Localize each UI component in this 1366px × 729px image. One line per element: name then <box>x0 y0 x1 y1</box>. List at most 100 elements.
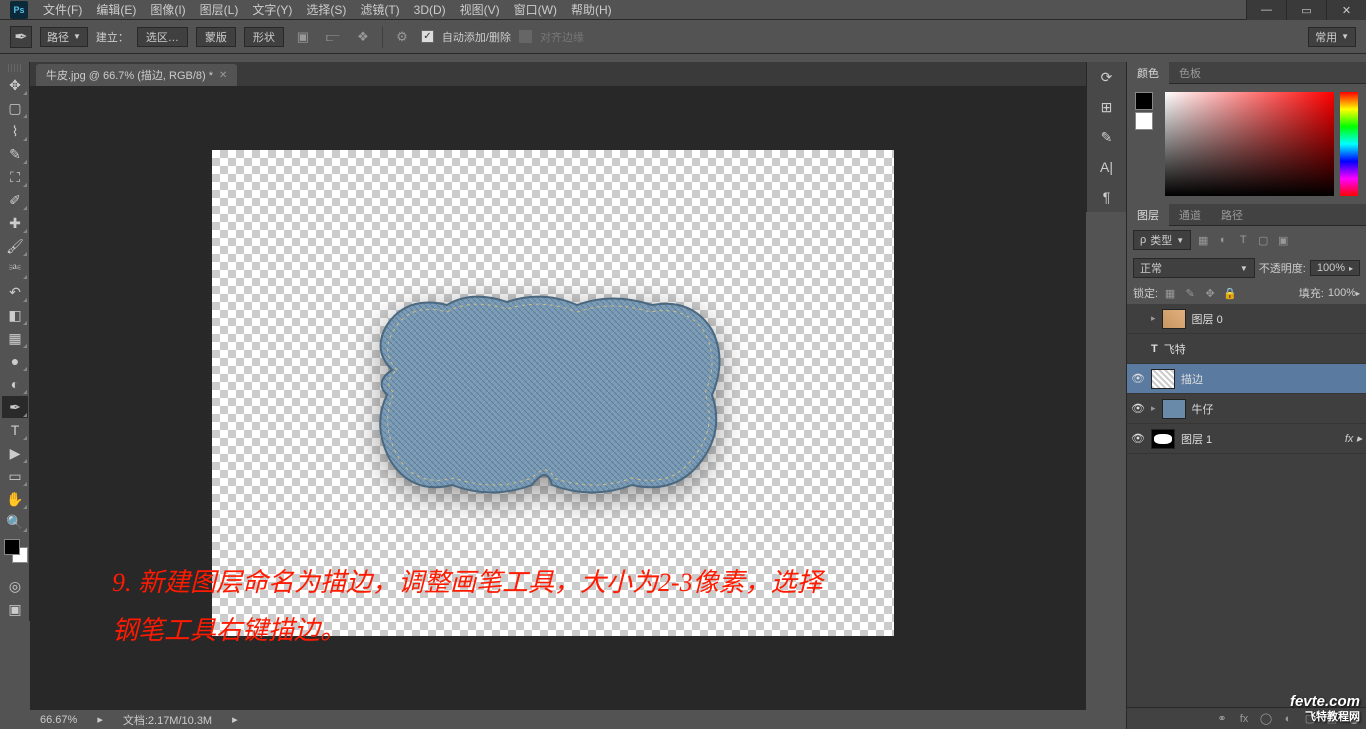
visibility-toggle[interactable] <box>1131 342 1145 356</box>
lock-transparent-icon[interactable]: ▦ <box>1162 285 1178 301</box>
filter-adjust-icon[interactable]: ◐ <box>1215 232 1231 248</box>
layer-row[interactable]: 👁 描边 <box>1127 364 1366 394</box>
opacity-input[interactable]: 100%▸ <box>1310 260 1360 276</box>
align-edges-checkbox[interactable] <box>519 30 532 43</box>
menu-edit[interactable]: 编辑(E) <box>96 1 136 18</box>
quick-select-tool[interactable]: ✎ <box>2 143 28 165</box>
lock-image-icon[interactable]: ✎ <box>1182 285 1198 301</box>
blend-mode-dropdown[interactable]: 正常 ▼ <box>1133 258 1255 278</box>
path-arrange-icon[interactable]: ❖ <box>352 27 374 47</box>
menu-image[interactable]: 图像(I) <box>150 1 185 18</box>
brush-tool[interactable]: 🖌 <box>2 235 28 257</box>
layer-name[interactable]: 图层 0 <box>1192 311 1223 327</box>
layer-mask-icon[interactable]: ◯ <box>1258 711 1274 727</box>
layer-filter-dropdown[interactable]: ρ 类型 ▼ <box>1133 230 1191 250</box>
arrow-icon[interactable]: ▸ <box>97 713 103 726</box>
crop-tool[interactable]: ⛶ <box>2 166 28 188</box>
dodge-tool[interactable]: ◐ <box>2 373 28 395</box>
healing-tool[interactable]: ✚ <box>2 212 28 234</box>
layer-name[interactable]: 飞特 <box>1164 341 1186 357</box>
make-mask-button[interactable]: 蒙版 <box>196 27 236 47</box>
path-align-icon[interactable]: ⫍ <box>322 27 344 47</box>
layer-row[interactable]: 👁 ▸ 牛仔 <box>1127 394 1366 424</box>
layers-tab[interactable]: 图层 <box>1127 204 1169 226</box>
menu-file[interactable]: 文件(F) <box>43 1 82 18</box>
menu-filter[interactable]: 滤镜(T) <box>360 1 399 18</box>
window-minimize[interactable]: — <box>1246 0 1286 20</box>
pen-tool[interactable]: ✒ <box>2 396 28 418</box>
swatches-tab[interactable]: 色板 <box>1169 62 1211 84</box>
document-tab[interactable]: 牛皮.jpg @ 66.7% (描边, RGB/8) * ✕ <box>36 64 237 86</box>
visibility-toggle[interactable]: 👁 <box>1131 372 1145 386</box>
screen-mode-toggle[interactable]: ▣ <box>2 598 28 620</box>
filter-type-icon[interactable]: T <box>1235 232 1251 248</box>
eyedropper-tool[interactable]: ✐ <box>2 189 28 211</box>
filter-shape-icon[interactable]: ▢ <box>1255 232 1271 248</box>
window-maximize[interactable]: ▭ <box>1286 0 1326 20</box>
character-panel-icon[interactable]: A| <box>1087 152 1126 182</box>
paths-tab[interactable]: 路径 <box>1211 204 1253 226</box>
visibility-toggle[interactable]: 👁 <box>1131 432 1145 446</box>
color-tab[interactable]: 颜色 <box>1127 62 1169 84</box>
menu-3d[interactable]: 3D(D) <box>414 3 446 17</box>
gear-icon[interactable]: ⚙ <box>391 27 413 47</box>
document-info[interactable]: 文档:2.17M/10.3M <box>123 712 212 728</box>
menu-select[interactable]: 选择(S) <box>306 1 346 18</box>
layer-name[interactable]: 图层 1 <box>1181 431 1212 447</box>
close-tab-icon[interactable]: ✕ <box>219 70 227 81</box>
color-field[interactable] <box>1165 92 1334 196</box>
make-shape-button[interactable]: 形状 <box>244 27 284 47</box>
visibility-toggle[interactable]: 👁 <box>1131 402 1145 416</box>
visibility-toggle[interactable] <box>1131 312 1145 326</box>
link-layers-icon[interactable]: ⚭ <box>1214 711 1230 727</box>
workspace-dropdown[interactable]: 常用▼ <box>1308 27 1356 47</box>
layer-name[interactable]: 牛仔 <box>1192 401 1214 417</box>
menu-view[interactable]: 视图(V) <box>460 1 500 18</box>
properties-panel-icon[interactable]: ⊞ <box>1087 92 1126 122</box>
brush-panel-icon[interactable]: ✎ <box>1087 122 1126 152</box>
layer-fx-icon[interactable]: fx <box>1236 711 1252 727</box>
menu-window[interactable]: 窗口(W) <box>514 1 557 18</box>
filter-smart-icon[interactable]: ▣ <box>1275 232 1291 248</box>
menu-help[interactable]: 帮助(H) <box>571 1 612 18</box>
stamp-tool[interactable]: ⎃ <box>2 258 28 280</box>
layer-thumbnail[interactable] <box>1151 369 1175 389</box>
shape-tool[interactable]: ▭ <box>2 465 28 487</box>
foreground-color[interactable] <box>4 539 20 555</box>
arrow-icon[interactable]: ▸ <box>232 713 238 726</box>
layer-thumbnail[interactable] <box>1162 309 1186 329</box>
zoom-tool[interactable]: 🔍 <box>2 511 28 533</box>
layer-thumbnail[interactable] <box>1151 429 1175 449</box>
menu-type[interactable]: 文字(Y) <box>252 1 292 18</box>
lock-all-icon[interactable]: 🔒 <box>1222 285 1238 301</box>
eraser-tool[interactable]: ◧ <box>2 304 28 326</box>
fx-badge[interactable]: fx ▸ <box>1345 432 1362 445</box>
color-swatches[interactable] <box>4 539 25 569</box>
marquee-tool[interactable]: ▢ <box>2 97 28 119</box>
paragraph-panel-icon[interactable]: ¶ <box>1087 182 1126 212</box>
history-panel-icon[interactable]: ⟳ <box>1087 62 1126 92</box>
window-close[interactable]: ✕ <box>1326 0 1366 20</box>
bg-color-mini[interactable] <box>1135 112 1153 130</box>
path-combine-icon[interactable]: ▣ <box>292 27 314 47</box>
tool-preset-picker[interactable]: ✒ <box>10 26 32 48</box>
path-select-tool[interactable]: ▶ <box>2 442 28 464</box>
hand-tool[interactable]: ✋ <box>2 488 28 510</box>
layer-row[interactable]: T 飞特 <box>1127 334 1366 364</box>
channels-tab[interactable]: 通道 <box>1169 204 1211 226</box>
path-mode-dropdown[interactable]: 路径▼ <box>40 27 88 47</box>
quick-mask-toggle[interactable]: ◎ <box>2 575 28 597</box>
lasso-tool[interactable]: ⌇ <box>2 120 28 142</box>
layer-name[interactable]: 描边 <box>1181 371 1203 387</box>
zoom-level[interactable]: 66.67% <box>40 714 77 726</box>
lock-position-icon[interactable]: ✥ <box>1202 285 1218 301</box>
gradient-tool[interactable]: ▦ <box>2 327 28 349</box>
layer-row[interactable]: 👁 图层 1 fx ▸ <box>1127 424 1366 454</box>
panel-grip[interactable] <box>8 64 21 72</box>
blur-tool[interactable]: ● <box>2 350 28 372</box>
history-brush-tool[interactable]: ↶ <box>2 281 28 303</box>
move-tool[interactable]: ✥ <box>2 74 28 96</box>
layer-thumbnail[interactable] <box>1162 399 1186 419</box>
fg-color-mini[interactable] <box>1135 92 1153 110</box>
type-tool[interactable]: T <box>2 419 28 441</box>
